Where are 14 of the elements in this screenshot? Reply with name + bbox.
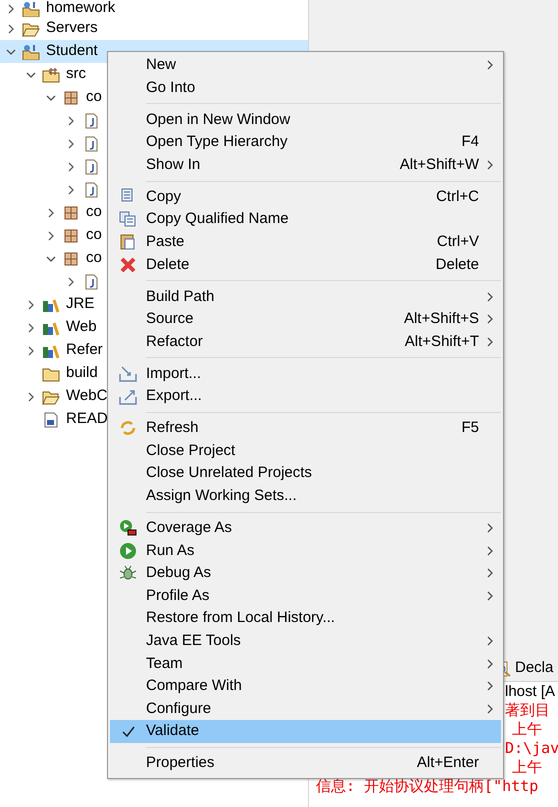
console-title: lhost [A bbox=[505, 682, 556, 701]
shortcut-text: Ctrl+C bbox=[436, 186, 479, 207]
console-line: 信息: 开始协议处理句柄["http bbox=[316, 777, 538, 796]
shortcut-text: Delete bbox=[436, 254, 479, 275]
shortcut-text: Alt+Shift+T bbox=[404, 332, 479, 352]
console-line: 上午 bbox=[512, 720, 542, 739]
shortcut-text: Ctrl+V bbox=[436, 232, 479, 252]
console-line: 上午 bbox=[512, 758, 542, 777]
console-line: 著到目 bbox=[505, 701, 550, 720]
shortcut-text: Alt+Shift+S bbox=[404, 309, 479, 330]
shortcut-text: Alt+Shift+W bbox=[400, 154, 479, 175]
shortcut-text: F4 bbox=[461, 132, 479, 152]
shortcut-text: F5 bbox=[461, 418, 479, 438]
shortcut-text: Alt+Enter bbox=[416, 753, 479, 774]
